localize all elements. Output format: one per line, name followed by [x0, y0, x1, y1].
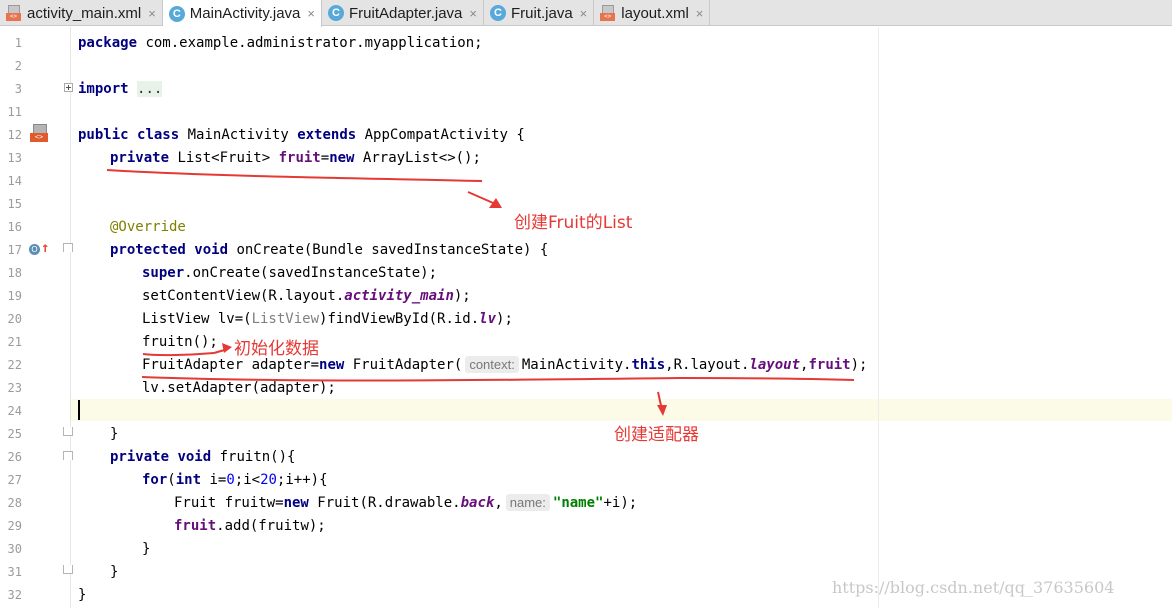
code-editor[interactable]: 1 2 3 11 12 13 14 15 16 17 18 19 20 21 2…	[0, 27, 1172, 608]
line-number: 20	[7, 312, 22, 326]
fold-start-icon[interactable]	[63, 451, 73, 460]
parameter-hint: context:	[465, 356, 519, 373]
close-icon[interactable]: ×	[580, 6, 588, 21]
folded-imports: ...	[137, 81, 163, 97]
tab-label: activity_main.xml	[27, 4, 142, 22]
line-number: 23	[7, 381, 22, 395]
tab-layout-xml[interactable]: <> layout.xml ×	[594, 0, 711, 26]
line-number: 11	[7, 105, 22, 119]
expand-fold-icon[interactable]	[64, 83, 73, 92]
code-line-31[interactable]: }	[110, 561, 118, 584]
code-line-12[interactable]: public class MainActivity extends AppCom…	[78, 124, 525, 147]
tab-main-activity-java[interactable]: C MainActivity.java ×	[162, 0, 322, 27]
override-method-icon[interactable]: O ↑	[29, 241, 49, 257]
code-line-1[interactable]: package com.example.administrator.myappl…	[78, 32, 483, 55]
current-line-highlight	[71, 399, 1172, 421]
code-line-27[interactable]: for(int i=0;i<20;i++){	[142, 469, 328, 492]
watermark: https://blog.csdn.net/qq_37635604	[832, 578, 1115, 597]
fold-end-icon[interactable]	[63, 427, 73, 436]
line-number: 31	[7, 565, 22, 579]
tab-label: FruitAdapter.java	[348, 4, 463, 22]
code-line-32[interactable]: }	[78, 584, 86, 607]
tab-label: Fruit.java	[510, 4, 573, 22]
class-gutter-icon[interactable]: <>	[30, 124, 48, 144]
text-caret	[78, 400, 80, 420]
close-icon[interactable]: ×	[469, 6, 477, 21]
line-number: 18	[7, 266, 22, 280]
line-number: 19	[7, 289, 22, 303]
line-number: 16	[7, 220, 22, 234]
line-number: 13	[7, 151, 22, 165]
right-margin-guide	[878, 27, 879, 608]
class-file-icon: C	[327, 5, 344, 21]
code-line-28[interactable]: Fruit fruitw=new Fruit(R.drawable.back, n…	[174, 492, 637, 515]
line-number: 17	[7, 243, 22, 257]
code-line-26[interactable]: private void fruitn(){	[110, 446, 295, 469]
editor-tab-bar: <> activity_main.xml × C MainActivity.ja…	[0, 0, 1172, 27]
fold-end-icon[interactable]	[63, 565, 73, 574]
tab-label: MainActivity.java	[189, 5, 301, 22]
code-line-3[interactable]: import ...	[78, 78, 163, 101]
annotation-create-list: 创建Fruit的List	[514, 213, 633, 233]
code-line-17[interactable]: protected void onCreate(Bundle savedInst…	[110, 239, 548, 262]
code-line-18[interactable]: super.onCreate(savedInstanceState);	[142, 262, 437, 285]
line-number: 32	[7, 588, 22, 602]
code-line-16[interactable]: @Override	[110, 216, 186, 239]
line-number: 21	[7, 335, 22, 349]
annotation-init-data: 初始化数据	[234, 339, 319, 359]
line-number: 2	[14, 59, 22, 73]
tab-fruit-adapter-java[interactable]: C FruitAdapter.java ×	[322, 0, 484, 26]
line-number: 1	[14, 36, 22, 50]
fold-start-icon[interactable]	[63, 243, 73, 252]
line-number: 30	[7, 542, 22, 556]
code-line-25[interactable]: }	[110, 423, 118, 446]
line-number: 24	[7, 404, 22, 418]
xml-file-icon: <>	[600, 5, 616, 21]
line-number: 29	[7, 519, 22, 533]
xml-file-icon: <>	[6, 5, 22, 21]
close-icon[interactable]: ×	[696, 6, 704, 21]
line-number: 26	[7, 450, 22, 464]
tab-fruit-java[interactable]: C Fruit.java ×	[484, 0, 595, 26]
close-icon[interactable]: ×	[148, 6, 156, 21]
line-number: 28	[7, 496, 22, 510]
code-line-30[interactable]: }	[142, 538, 150, 561]
code-line-21[interactable]: fruitn();	[142, 331, 218, 354]
code-line-29[interactable]: fruit.add(fruitw);	[174, 515, 326, 538]
code-line-19[interactable]: setContentView(R.layout.activity_main);	[142, 285, 471, 308]
gutter-divider	[70, 27, 71, 608]
parameter-hint: name:	[505, 494, 550, 511]
class-file-icon: C	[168, 5, 185, 22]
code-line-20[interactable]: ListView lv=(ListView)findViewById(R.id.…	[142, 308, 513, 331]
code-line-23[interactable]: lv.setAdapter(adapter);	[142, 377, 336, 400]
close-icon[interactable]: ×	[307, 6, 315, 21]
annotation-create-adapter: 创建适配器	[614, 425, 699, 445]
code-line-13[interactable]: private List<Fruit> fruit=new ArrayList<…	[110, 147, 481, 170]
class-file-icon: C	[489, 5, 506, 21]
line-number: 22	[7, 358, 22, 372]
line-number: 27	[7, 473, 22, 487]
tab-label: layout.xml	[621, 4, 689, 22]
line-number: 12	[7, 128, 22, 142]
tab-activity-main-xml[interactable]: <> activity_main.xml ×	[0, 0, 163, 26]
line-number: 15	[7, 197, 22, 211]
line-number: 14	[7, 174, 22, 188]
line-number: 25	[7, 427, 22, 441]
line-number: 3	[14, 82, 22, 96]
